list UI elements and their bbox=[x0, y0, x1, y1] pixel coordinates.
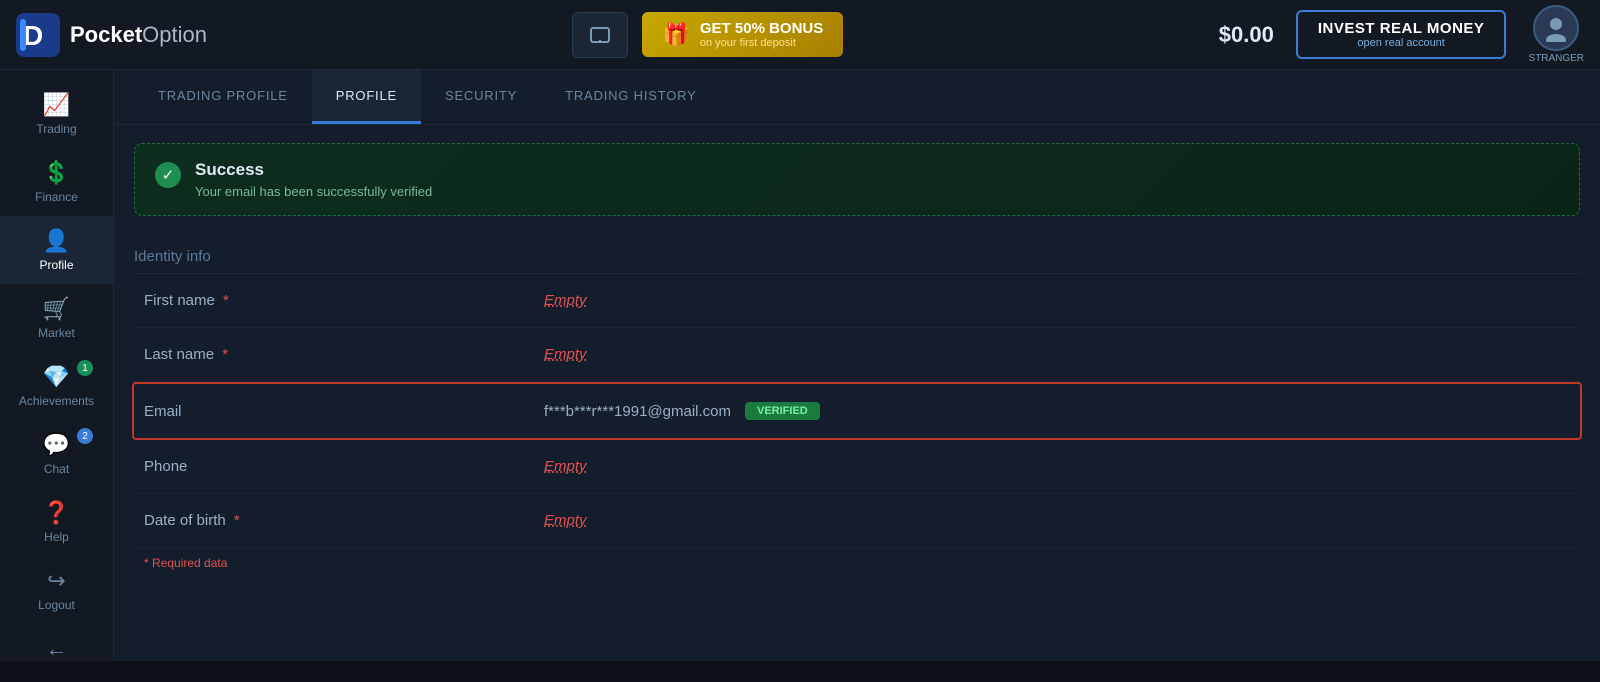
tab-security[interactable]: SECURITY bbox=[421, 70, 541, 124]
achievements-badge: 1 bbox=[77, 360, 93, 376]
avatar-label: STRANGER bbox=[1528, 53, 1584, 64]
sidebar-label-market: Market bbox=[38, 326, 75, 340]
sidebar-item-market[interactable]: 🛒 Market bbox=[0, 284, 113, 352]
required-star: * bbox=[223, 292, 229, 309]
main-content: TRADING PROFILE PROFILE SECURITY TRADING… bbox=[114, 70, 1600, 661]
last-name-label: Last name * bbox=[144, 346, 544, 363]
phone-label: Phone bbox=[144, 458, 544, 475]
identity-title: Identity info bbox=[134, 236, 1580, 274]
email-value: f***b***r***1991@gmail.com Verified bbox=[544, 402, 1570, 420]
header: D PocketOption 🎁 GET 50% BONUS on your f… bbox=[0, 0, 1600, 70]
email-label: Email bbox=[144, 403, 544, 420]
logo: D PocketOption bbox=[16, 13, 207, 57]
form-row-last-name[interactable]: Last name * Empty bbox=[134, 328, 1580, 382]
sidebar-label-chat: Chat bbox=[44, 462, 69, 476]
dob-label: Date of birth * bbox=[144, 512, 544, 529]
finance-icon: 💲 bbox=[43, 160, 70, 186]
logout-icon: ↪ bbox=[47, 568, 65, 594]
chat-badge: 2 bbox=[77, 428, 93, 444]
achievements-icon: 💎 bbox=[43, 364, 70, 390]
tab-trading-profile[interactable]: TRADING PROFILE bbox=[134, 70, 312, 124]
form-row-email[interactable]: Email f***b***r***1991@gmail.com Verifie… bbox=[132, 382, 1582, 440]
form-row-phone[interactable]: Phone Empty bbox=[134, 440, 1580, 494]
market-icon: 🛒 bbox=[43, 296, 70, 322]
form-row-first-name[interactable]: First name * Empty bbox=[134, 274, 1580, 328]
svg-text:D: D bbox=[23, 20, 43, 51]
success-check-icon: ✓ bbox=[155, 162, 181, 188]
invest-button[interactable]: INVEST REAL MONEY open real account bbox=[1296, 10, 1507, 59]
balance-display: $0.00 bbox=[1219, 22, 1274, 48]
profile-icon: 👤 bbox=[43, 228, 70, 254]
tab-trading-history[interactable]: TRADING HISTORY bbox=[541, 70, 720, 124]
gift-icon: 🎁 bbox=[662, 22, 689, 48]
last-name-value[interactable]: Empty bbox=[544, 346, 1570, 363]
bonus-text: GET 50% BONUS on your first deposit bbox=[700, 20, 823, 49]
sidebar: 📈 Trading 💲 Finance 👤 Profile 🛒 Market 1… bbox=[0, 70, 114, 661]
sidebar-item-achievements[interactable]: 1 💎 Achievements bbox=[0, 352, 113, 420]
trading-icon: 📈 bbox=[43, 92, 70, 118]
first-name-label: First name * bbox=[144, 292, 544, 309]
sidebar-item-finance[interactable]: 💲 Finance bbox=[0, 148, 113, 216]
dob-value[interactable]: Empty bbox=[544, 512, 1570, 529]
required-star-2: * bbox=[222, 346, 228, 363]
screen-button[interactable] bbox=[572, 12, 628, 58]
verified-badge: Verified bbox=[745, 402, 820, 420]
phone-value[interactable]: Empty bbox=[544, 458, 1570, 475]
required-star-3: * bbox=[234, 512, 240, 529]
sidebar-bottom: ❓ Help ↪ Logout ← bbox=[0, 488, 113, 682]
success-text: Success Your email has been successfully… bbox=[195, 160, 432, 199]
layout: 📈 Trading 💲 Finance 👤 Profile 🛒 Market 1… bbox=[0, 70, 1600, 661]
sidebar-back-button[interactable]: ← bbox=[0, 624, 113, 674]
logo-icon: D bbox=[16, 13, 60, 57]
sidebar-item-trading[interactable]: 📈 Trading bbox=[0, 80, 113, 148]
sidebar-item-profile[interactable]: 👤 Profile bbox=[0, 216, 113, 284]
sidebar-item-logout[interactable]: ↪ Logout bbox=[0, 556, 113, 624]
sidebar-label-profile: Profile bbox=[39, 258, 73, 272]
success-banner: ✓ Success Your email has been successful… bbox=[134, 143, 1580, 216]
required-note: * Required data bbox=[134, 548, 1580, 574]
tabs-bar: TRADING PROFILE PROFILE SECURITY TRADING… bbox=[114, 70, 1600, 125]
sidebar-label-help: Help bbox=[44, 530, 69, 544]
form-row-dob[interactable]: Date of birth * Empty bbox=[134, 494, 1580, 548]
first-name-value[interactable]: Empty bbox=[544, 292, 1570, 309]
back-icon: ← bbox=[46, 636, 68, 662]
success-subtitle: Your email has been successfully verifie… bbox=[195, 184, 432, 199]
sidebar-label-achievements: Achievements bbox=[19, 394, 94, 408]
sidebar-label-finance: Finance bbox=[35, 190, 78, 204]
avatar-area[interactable]: STRANGER bbox=[1528, 5, 1584, 64]
sidebar-label-logout: Logout bbox=[38, 598, 75, 612]
logo-text: PocketOption bbox=[70, 22, 207, 48]
avatar bbox=[1533, 5, 1579, 51]
bonus-button[interactable]: 🎁 GET 50% BONUS on your first deposit bbox=[642, 12, 843, 57]
success-title: Success bbox=[195, 160, 432, 180]
identity-section: Identity info First name * Empty Last na… bbox=[134, 236, 1580, 574]
sidebar-item-help[interactable]: ❓ Help bbox=[0, 488, 113, 556]
sidebar-item-chat[interactable]: 2 💬 Chat bbox=[0, 420, 113, 488]
tab-profile[interactable]: PROFILE bbox=[312, 70, 421, 124]
header-center: 🎁 GET 50% BONUS on your first deposit bbox=[219, 12, 1197, 58]
chat-icon: 💬 bbox=[43, 432, 70, 458]
sidebar-label-trading: Trading bbox=[36, 122, 76, 136]
help-icon: ❓ bbox=[43, 500, 70, 526]
